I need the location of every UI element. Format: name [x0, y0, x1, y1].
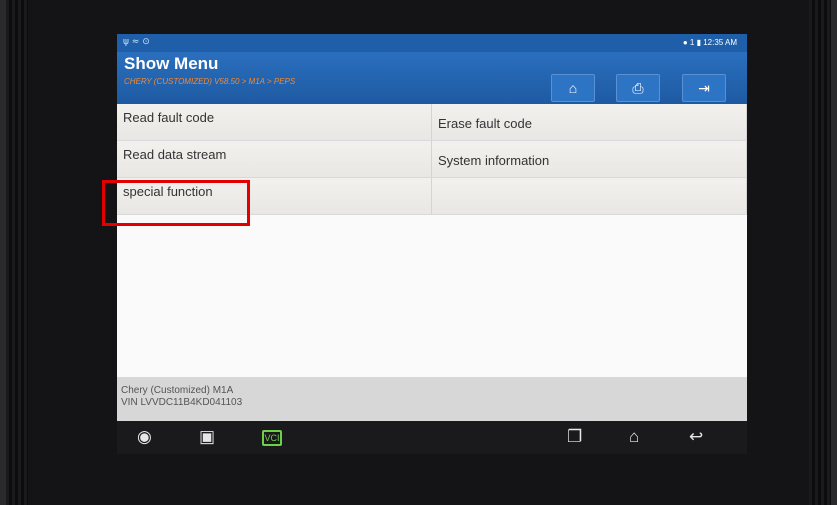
tablet-screen: ψ ≈ ⊙ ● 1 ▮ 12:35 AM Show Menu CHERY (CU…	[117, 34, 747, 454]
gallery-icon[interactable]: ▣	[199, 427, 215, 447]
recent-apps-icon[interactable]: ❐	[567, 427, 582, 447]
menu-item-read-data-stream[interactable]: Read data stream	[117, 141, 432, 177]
print-button[interactable]: ⎙	[616, 74, 660, 102]
bezel-grip-right	[809, 0, 831, 505]
menu-row: Read fault code Erase fault code	[117, 104, 747, 141]
menu-item-system-information[interactable]: System information	[432, 141, 747, 177]
menu-item-empty	[432, 178, 747, 214]
vehicle-name: Chery (Customized) M1A	[121, 385, 234, 396]
menu-item-label: Read data stream	[123, 147, 227, 162]
menu-item-read-fault-code[interactable]: Read fault code	[117, 104, 432, 140]
back-icon[interactable]: ↩	[689, 427, 703, 447]
menu-item-erase-fault-code[interactable]: Erase fault code	[432, 104, 747, 140]
home-icon: ⌂	[568, 80, 578, 96]
page-title: Show Menu	[124, 54, 219, 73]
status-icons: ψ ≈ ⊙	[123, 37, 150, 47]
exit-button[interactable]: ⇥	[682, 74, 726, 102]
status-bar: ψ ≈ ⊙ ● 1 ▮ 12:35 AM	[117, 34, 747, 52]
app-header: Show Menu CHERY (CUSTOMIZED) V58.50 > M1…	[117, 52, 747, 104]
browser-icon[interactable]: ◉	[137, 427, 152, 447]
highlight-box	[102, 180, 250, 226]
home-nav-icon[interactable]: ⌂	[629, 427, 639, 447]
breadcrumb: CHERY (CUSTOMIZED) V58.50 > M1A > PEPS	[124, 77, 296, 86]
menu-item-label: Erase fault code	[438, 116, 532, 131]
menu-row: Read data stream System information	[117, 141, 747, 178]
menu-item-label: Read fault code	[123, 110, 215, 125]
home-button[interactable]: ⌂	[551, 74, 595, 102]
vin-text: VIN LVVDC11B4KD041103	[121, 397, 243, 408]
print-icon: ⎙	[632, 79, 644, 96]
status-clock: ● 1 ▮ 12:35 AM	[682, 38, 737, 47]
vehicle-info-footer: Chery (Customized) M1A VIN LVVDC11B4KD04…	[117, 377, 747, 421]
vci-icon[interactable]: VCI	[262, 430, 282, 446]
menu-item-label: System information	[438, 153, 550, 168]
android-nav-bar: ◉ ▣ VCI ❐ ⌂ ↩	[117, 421, 747, 454]
exit-icon: ⇥	[698, 79, 710, 96]
bezel-grip-left	[6, 0, 28, 505]
